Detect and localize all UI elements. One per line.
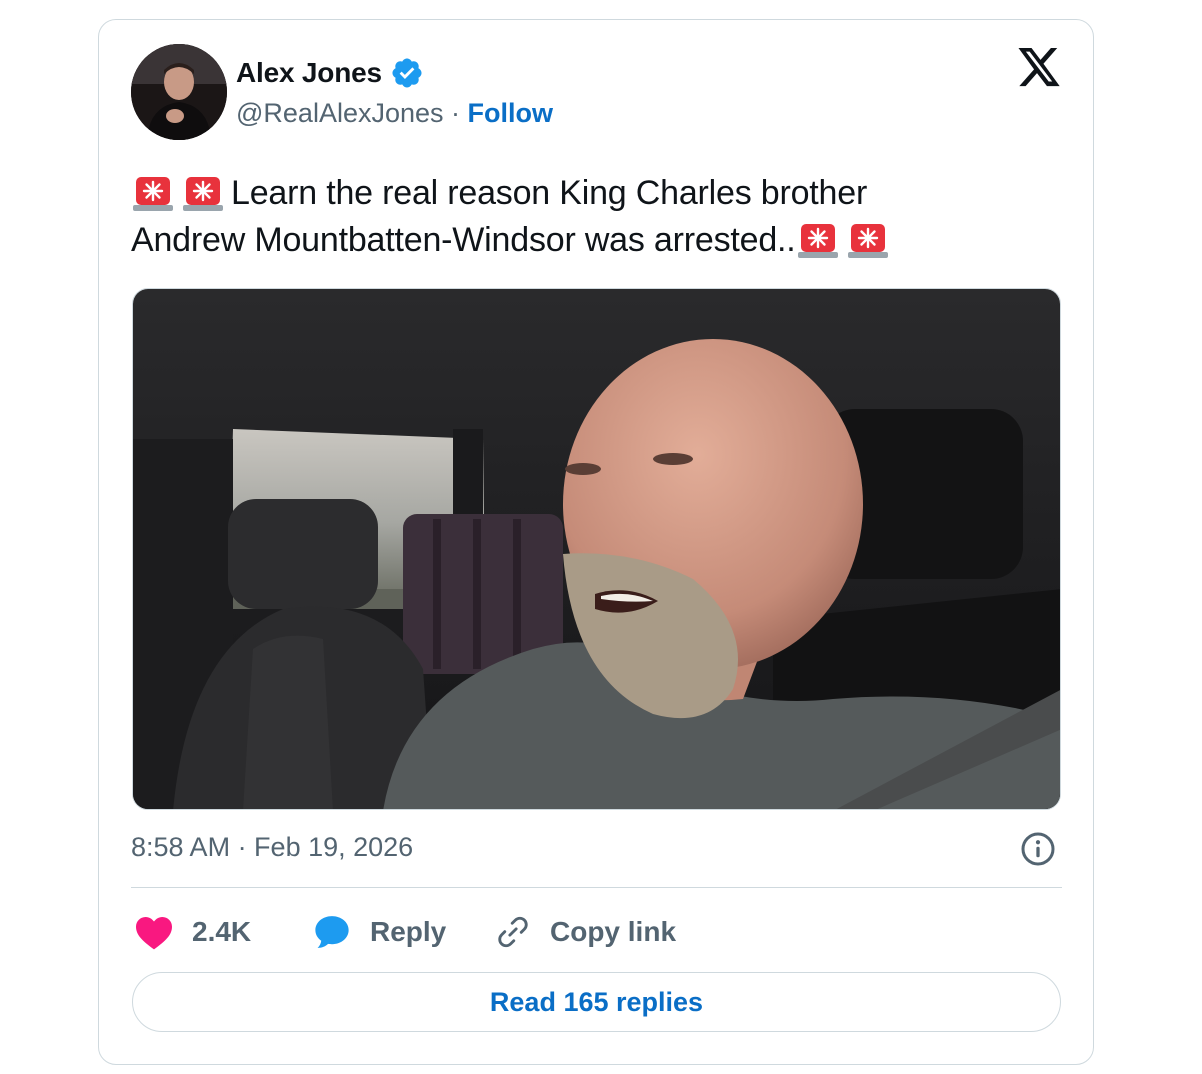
police-car-light-icon — [847, 224, 888, 258]
copy-link-button[interactable]: Copy link — [494, 910, 676, 954]
x-logo-icon[interactable] — [1016, 48, 1062, 90]
read-replies-button[interactable]: Read 165 replies — [132, 972, 1061, 1032]
heart-icon — [136, 916, 172, 950]
tweet-text: Learn the real reason King Charles broth… — [131, 170, 1061, 264]
reply-bubble-icon — [315, 916, 349, 948]
author-name-row: Alex Jones — [236, 56, 424, 90]
divider — [131, 887, 1062, 888]
tweet-text-line-2-content: Andrew Mountbatten-Windsor was arrested.… — [131, 221, 796, 259]
reply-label: Reply — [370, 916, 447, 947]
police-car-light-icon — [133, 177, 173, 211]
like-button[interactable]: 2.4K — [134, 910, 251, 954]
police-car-light-icon — [797, 224, 838, 258]
author-name[interactable]: Alex Jones — [236, 57, 382, 89]
handle-separator: · — [451, 98, 461, 128]
tweet-text-line-2: Andrew Mountbatten-Windsor was arrested.… — [131, 217, 1061, 264]
verified-badge-icon — [392, 58, 422, 88]
read-replies-label: Read 165 replies — [489, 986, 704, 1017]
author-handle[interactable]: @RealAlexJones — [236, 98, 444, 128]
author-avatar[interactable] — [131, 44, 227, 140]
info-icon[interactable] — [1020, 831, 1056, 867]
author-handle-row: @RealAlexJones · Follow — [236, 98, 553, 129]
tweet-text-line-1-content: Learn the real reason King Charles broth… — [231, 174, 868, 212]
tweet-video[interactable] — [132, 288, 1061, 810]
copy-link-label: Copy link — [550, 916, 677, 947]
tweet-text-line-1: Learn the real reason King Charles broth… — [131, 170, 1061, 217]
like-count: 2.4K — [192, 916, 252, 947]
tweet-timestamp[interactable]: 8:58 AM · Feb 19, 2026 — [131, 832, 413, 863]
link-icon — [498, 916, 528, 948]
police-car-light-icon — [183, 177, 223, 211]
follow-button[interactable]: Follow — [468, 98, 553, 128]
reply-button[interactable]: Reply — [312, 910, 446, 954]
